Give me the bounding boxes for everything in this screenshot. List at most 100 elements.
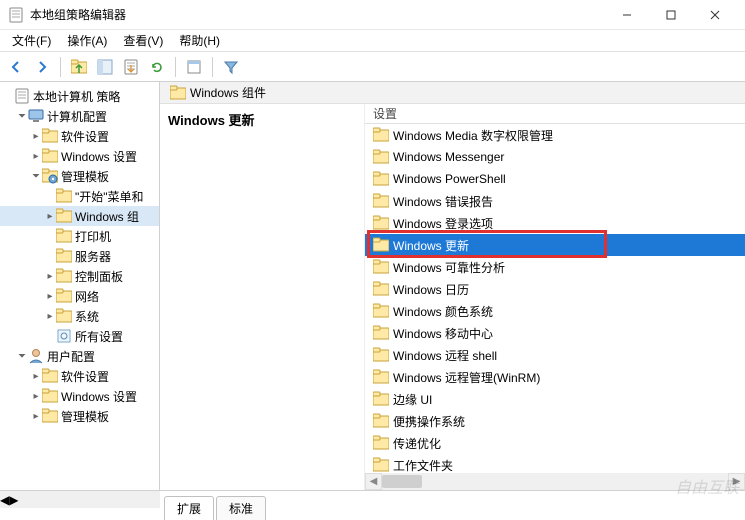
scroll-right-button[interactable]: ▶ bbox=[728, 473, 745, 490]
tree-server[interactable]: ▶服务器 bbox=[0, 246, 159, 266]
tree-label: 本地计算机 策略 bbox=[33, 88, 120, 105]
scroll-left-button[interactable]: ◀ bbox=[0, 493, 9, 507]
toolbar-separator bbox=[60, 57, 61, 77]
list-item[interactable]: Windows PowerShell bbox=[365, 168, 745, 190]
path-label: Windows 组件 bbox=[190, 84, 266, 101]
tree-network[interactable]: ▸网络 bbox=[0, 286, 159, 306]
list-item-label: 边缘 UI bbox=[393, 391, 432, 408]
list-item[interactable]: Windows 远程 shell bbox=[365, 344, 745, 366]
forward-button[interactable] bbox=[30, 55, 54, 79]
tree-label: 管理模板 bbox=[61, 168, 109, 185]
tree-label: 软件设置 bbox=[61, 368, 109, 385]
folder-icon bbox=[42, 408, 58, 424]
up-button[interactable] bbox=[67, 55, 91, 79]
tree-root[interactable]: ▶本地计算机 策略 bbox=[0, 86, 159, 106]
scroll-thumb[interactable] bbox=[382, 475, 422, 488]
tree-all-settings[interactable]: ▶所有设置 bbox=[0, 326, 159, 346]
list-item-label: Windows 错误报告 bbox=[393, 193, 493, 210]
menu-file[interactable]: 文件(F) bbox=[4, 30, 59, 51]
export-button[interactable] bbox=[119, 55, 143, 79]
tree-label: 用户配置 bbox=[47, 348, 95, 365]
list-item[interactable]: Windows 登录选项 bbox=[365, 212, 745, 234]
tree-label: 打印机 bbox=[75, 228, 111, 245]
tree-label: 控制面板 bbox=[75, 268, 123, 285]
tree-user-admin[interactable]: ▸管理模板 bbox=[0, 406, 159, 426]
tree-horizontal-scrollbar[interactable]: ◀ ▶ bbox=[0, 491, 160, 508]
list-item[interactable]: 边缘 UI bbox=[365, 388, 745, 410]
toolbar-separator bbox=[212, 57, 213, 77]
list-header[interactable]: 设置 bbox=[365, 104, 745, 124]
folder-icon bbox=[373, 259, 389, 275]
folder-icon bbox=[373, 149, 389, 165]
list-item[interactable]: Windows 远程管理(WinRM) bbox=[365, 366, 745, 388]
tree-label: 网络 bbox=[75, 288, 99, 305]
folder-icon bbox=[373, 281, 389, 297]
tree-user-software[interactable]: ▸软件设置 bbox=[0, 366, 159, 386]
minimize-button[interactable] bbox=[605, 0, 649, 30]
menu-action[interactable]: 操作(A) bbox=[59, 30, 115, 51]
horizontal-scrollbar[interactable]: ◀ ▶ bbox=[365, 473, 745, 490]
folder-icon bbox=[373, 347, 389, 363]
list-item-label: Windows 远程管理(WinRM) bbox=[393, 369, 540, 386]
folder-icon bbox=[373, 171, 389, 187]
list-item[interactable]: Windows 可靠性分析 bbox=[365, 256, 745, 278]
list-item-label: 工作文件夹 bbox=[393, 457, 453, 474]
properties-button[interactable] bbox=[182, 55, 206, 79]
scroll-track[interactable] bbox=[382, 473, 728, 490]
doc-icon bbox=[14, 88, 30, 104]
tree-software-settings[interactable]: ▸软件设置 bbox=[0, 126, 159, 146]
folder-icon bbox=[42, 128, 58, 144]
list-item-label: Windows 日历 bbox=[393, 281, 469, 298]
tree-user-windows[interactable]: ▸Windows 设置 bbox=[0, 386, 159, 406]
tree-label: 系统 bbox=[75, 308, 99, 325]
tree-control-panel[interactable]: ▸控制面板 bbox=[0, 266, 159, 286]
scroll-right-button[interactable]: ▶ bbox=[9, 493, 18, 507]
tree-label: 服务器 bbox=[75, 248, 111, 265]
tab-extended[interactable]: 扩展 bbox=[164, 496, 214, 520]
toolbar-separator bbox=[175, 57, 176, 77]
folder-icon bbox=[42, 148, 58, 164]
folder-icon bbox=[56, 208, 72, 224]
tree-label: 管理模板 bbox=[61, 408, 109, 425]
list-item[interactable]: Windows 移动中心 bbox=[365, 322, 745, 344]
back-button[interactable] bbox=[4, 55, 28, 79]
settings-list[interactable]: 设置 Windows Media 数字权限管理 Windows Messenger… bbox=[365, 104, 745, 490]
list-item[interactable]: 便携操作系统 bbox=[365, 410, 745, 432]
folder-gear-icon bbox=[42, 168, 58, 184]
tree-admin-templates[interactable]: ⏷管理模板 bbox=[0, 166, 159, 186]
list-item-label: Windows 远程 shell bbox=[393, 347, 497, 364]
tree-system[interactable]: ▸系统 bbox=[0, 306, 159, 326]
list-item[interactable]: Windows 日历 bbox=[365, 278, 745, 300]
scroll-left-button[interactable]: ◀ bbox=[365, 473, 382, 490]
tab-standard[interactable]: 标准 bbox=[216, 496, 266, 520]
show-tree-button[interactable] bbox=[93, 55, 117, 79]
tree-start-menu[interactable]: ▶"开始"菜单和 bbox=[0, 186, 159, 206]
list-item[interactable]: Windows Media 数字权限管理 bbox=[365, 124, 745, 146]
list-item-label: 传递优化 bbox=[393, 435, 441, 452]
tree-windows-components[interactable]: ▸Windows 组 bbox=[0, 206, 159, 226]
maximize-button[interactable] bbox=[649, 0, 693, 30]
tree-windows-settings[interactable]: ▸Windows 设置 bbox=[0, 146, 159, 166]
folder-icon bbox=[170, 85, 186, 101]
refresh-button[interactable] bbox=[145, 55, 169, 79]
content-pane: Windows 组件 Windows 更新 设置 Windows Media 数… bbox=[160, 82, 745, 490]
menu-help[interactable]: 帮助(H) bbox=[171, 30, 228, 51]
list-item[interactable]: 传递优化 bbox=[365, 432, 745, 454]
list-item-label: Windows Media 数字权限管理 bbox=[393, 127, 553, 144]
folder-icon bbox=[373, 391, 389, 407]
tree-computer-config[interactable]: ⏷计算机配置 bbox=[0, 106, 159, 126]
list-item[interactable]: Windows 错误报告 bbox=[365, 190, 745, 212]
list-item[interactable]: Windows Messenger bbox=[365, 146, 745, 168]
menu-view[interactable]: 查看(V) bbox=[115, 30, 171, 51]
list-item[interactable]: Windows 颜色系统 bbox=[365, 300, 745, 322]
folder-icon bbox=[56, 308, 72, 324]
tree-pane[interactable]: ▶本地计算机 策略 ⏷计算机配置 ▸软件设置 ▸Windows 设置 ⏷管理模板… bbox=[0, 82, 160, 490]
filter-button[interactable] bbox=[219, 55, 243, 79]
tree-label: "开始"菜单和 bbox=[75, 188, 144, 205]
folder-icon bbox=[373, 457, 389, 473]
tree-printers[interactable]: ▶打印机 bbox=[0, 226, 159, 246]
gear-list-icon bbox=[56, 328, 72, 344]
list-item[interactable]: Windows 更新 bbox=[365, 234, 745, 256]
close-button[interactable] bbox=[693, 0, 737, 30]
tree-user-config[interactable]: ⏷用户配置 bbox=[0, 346, 159, 366]
